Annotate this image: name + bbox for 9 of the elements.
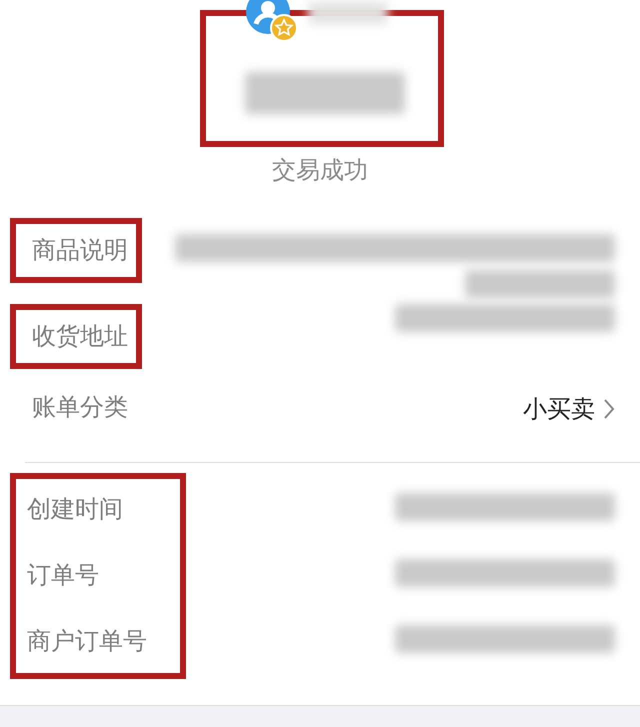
field-label: 创建时间	[27, 495, 124, 524]
field-label: 商户订单号	[27, 626, 148, 656]
status-text: 交易成功	[271, 155, 369, 186]
field-label: 收货地址	[32, 322, 128, 350]
field-label: 商品说明	[32, 236, 128, 264]
field-label: 订单号	[27, 560, 100, 590]
chevron-right-icon[interactable]	[603, 398, 615, 420]
field-label: 账单分类	[32, 393, 128, 421]
category-value: 小买卖	[523, 394, 595, 425]
